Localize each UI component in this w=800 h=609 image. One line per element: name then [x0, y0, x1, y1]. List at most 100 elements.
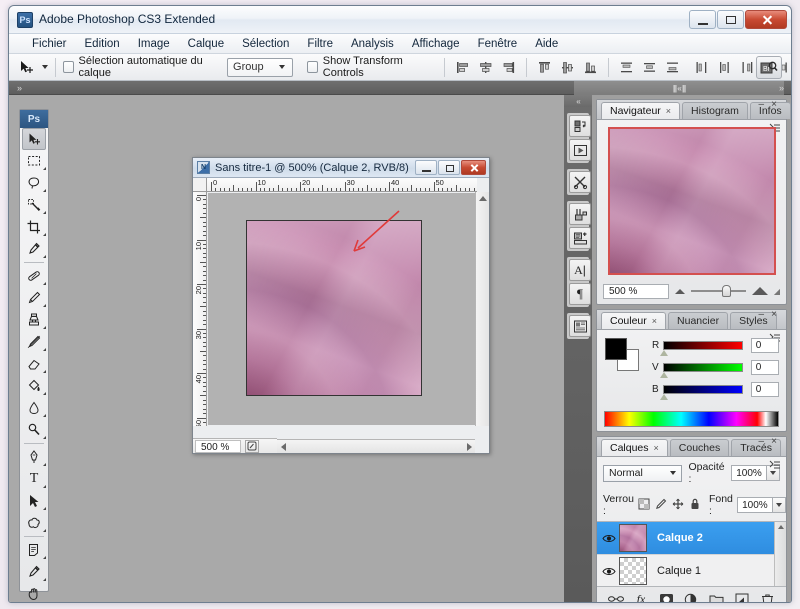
canvas-area[interactable] — [208, 193, 476, 425]
history-panel-icon[interactable] — [569, 115, 591, 137]
adjustment-layer-icon[interactable] — [682, 590, 700, 602]
document-titlebar[interactable]: N Sans titre-1 @ 500% (Calque 2, RVB/8) — [193, 158, 489, 178]
align-bottom-edges-icon[interactable] — [580, 57, 601, 77]
layer-thumbnail[interactable] — [619, 557, 647, 585]
panel-close-icon[interactable]: × — [771, 99, 777, 110]
window-close-button[interactable] — [745, 10, 787, 29]
tool-dodge[interactable] — [20, 419, 48, 441]
lock-position-icon[interactable] — [672, 498, 684, 513]
tool-gradient-bucket[interactable] — [20, 375, 48, 397]
character-panel-icon[interactable]: A | — [569, 259, 591, 281]
clone-source-panel-icon[interactable] — [569, 227, 591, 249]
channel-b-slider[interactable] — [660, 385, 743, 400]
layer-row-calque-2[interactable]: Calque 2 — [597, 522, 786, 555]
tab-couches[interactable]: Couches — [669, 439, 730, 456]
layer-style-icon[interactable]: fx — [632, 590, 650, 603]
tool-crop[interactable] — [20, 216, 48, 238]
menu-fenetre[interactable]: Fenêtre — [469, 36, 527, 52]
document-close-button[interactable] — [461, 160, 486, 175]
tool-move[interactable] — [22, 128, 46, 150]
navigator-thumbnail[interactable] — [607, 127, 776, 275]
scroll-up-arrow-icon[interactable] — [478, 195, 487, 201]
tab-histogram[interactable]: Histogram — [682, 102, 748, 119]
blend-mode-dropdown[interactable]: Normal — [603, 464, 683, 482]
menu-filtre[interactable]: Filtre — [298, 36, 342, 52]
document-info-icon[interactable] — [245, 439, 259, 453]
new-layer-icon[interactable] — [733, 590, 751, 602]
panel-minimize-icon[interactable]: – — [758, 309, 764, 320]
document-horizontal-scrollbar[interactable] — [277, 439, 475, 453]
layers-list-scrollbar[interactable] — [774, 522, 786, 586]
document-zoom-field[interactable]: 500 % — [195, 439, 241, 453]
distribute-left-edges-icon[interactable] — [691, 57, 712, 77]
lock-all-icon[interactable] — [689, 498, 701, 513]
vertical-ruler[interactable]: 0 10 20 30 40 50 — [193, 192, 207, 426]
distribute-top-edges-icon[interactable] — [616, 57, 637, 77]
paragraph-panel-icon[interactable]: ¶ — [569, 283, 591, 305]
panel-minimize-icon[interactable]: – — [758, 436, 764, 447]
horizontal-ruler[interactable]: 0 10 20 30 40 50 — [207, 178, 477, 192]
tool-rectangular-marquee[interactable] — [20, 150, 48, 172]
zoom-slider-knob[interactable] — [721, 285, 731, 297]
document-maximize-button[interactable] — [438, 160, 460, 175]
panel-close-icon[interactable]: × — [771, 436, 777, 447]
rail-collapse-handle[interactable]: « — [564, 95, 592, 107]
layer-mask-icon[interactable] — [657, 590, 675, 602]
window-minimize-button[interactable] — [689, 10, 716, 29]
auto-select-checkbox[interactable] — [62, 61, 74, 73]
tab-nuancier[interactable]: Nuancier — [668, 312, 729, 329]
tool-clone-stamp[interactable] — [20, 309, 48, 331]
align-top-edges-icon[interactable] — [534, 57, 555, 77]
fill-value[interactable]: 100% — [736, 497, 773, 513]
layer-row-calque-1[interactable]: Calque 1 — [597, 555, 786, 586]
channel-r-slider[interactable] — [660, 341, 743, 356]
tool-color-sampler[interactable] — [20, 561, 48, 583]
tab-couleur[interactable]: Couleur × — [601, 312, 667, 329]
lock-image-pixels-icon[interactable] — [655, 498, 667, 513]
opacity-value[interactable]: 100% — [731, 465, 767, 481]
document-minimize-button[interactable] — [415, 160, 437, 175]
dock-drag-handle[interactable]: ||| « ||| — [574, 81, 784, 95]
menu-analysis[interactable]: Analysis — [342, 36, 403, 52]
color-spectrum-ramp[interactable] — [604, 411, 779, 427]
channel-r-value[interactable]: 0 — [750, 338, 779, 353]
menu-image[interactable]: Image — [129, 36, 179, 52]
align-horizontal-centers-icon[interactable] — [475, 57, 496, 77]
close-icon[interactable]: × — [654, 443, 659, 453]
zoom-in-icon[interactable] — [751, 287, 768, 295]
show-transform-controls-checkbox[interactable] — [306, 61, 318, 73]
layers-list[interactable]: Calque 2 Calque 1 — [597, 521, 786, 587]
new-group-icon[interactable] — [708, 590, 726, 602]
fill-stepper[interactable] — [772, 497, 786, 513]
align-vertical-centers-icon[interactable] — [557, 57, 578, 77]
tab-navigateur[interactable]: Navigateur × — [601, 102, 681, 119]
channel-v-value[interactable]: 0 — [750, 360, 779, 375]
tool-presets-panel-icon[interactable] — [569, 171, 591, 193]
delete-layer-icon[interactable] — [758, 590, 776, 602]
brushes-panel-icon[interactable] — [569, 203, 591, 225]
tool-type[interactable]: T — [20, 468, 48, 490]
panel-close-icon[interactable]: × — [771, 309, 777, 320]
channel-v-knob[interactable] — [660, 372, 669, 378]
tab-calques[interactable]: Calques × — [601, 439, 668, 456]
tool-path-selection[interactable] — [20, 490, 48, 512]
scroll-up-arrow-icon[interactable] — [777, 525, 784, 529]
align-right-edges-icon[interactable] — [498, 57, 519, 77]
menu-aide[interactable]: Aide — [526, 36, 567, 52]
document-vertical-scrollbar[interactable] — [475, 192, 489, 426]
menu-affichage[interactable]: Affichage — [403, 36, 469, 52]
tool-custom-shape[interactable] — [20, 512, 48, 534]
distribute-horizontal-centers-icon[interactable] — [714, 57, 735, 77]
scroll-left-arrow-icon[interactable] — [280, 442, 286, 451]
animation-panel-icon[interactable] — [569, 139, 591, 161]
distribute-right-edges-icon[interactable] — [737, 57, 758, 77]
scroll-right-arrow-icon[interactable] — [466, 442, 472, 451]
channel-b-knob[interactable] — [660, 394, 669, 400]
lock-transparent-pixels-icon[interactable] — [638, 498, 650, 513]
menu-calque[interactable]: Calque — [179, 36, 233, 52]
dock-expand-left-icon[interactable]: » — [17, 83, 22, 93]
menu-edition[interactable]: Edition — [76, 36, 129, 52]
distribute-bottom-edges-icon[interactable] — [662, 57, 683, 77]
layer-visibility-eye-icon[interactable] — [599, 528, 619, 548]
link-layers-icon[interactable] — [607, 590, 625, 602]
